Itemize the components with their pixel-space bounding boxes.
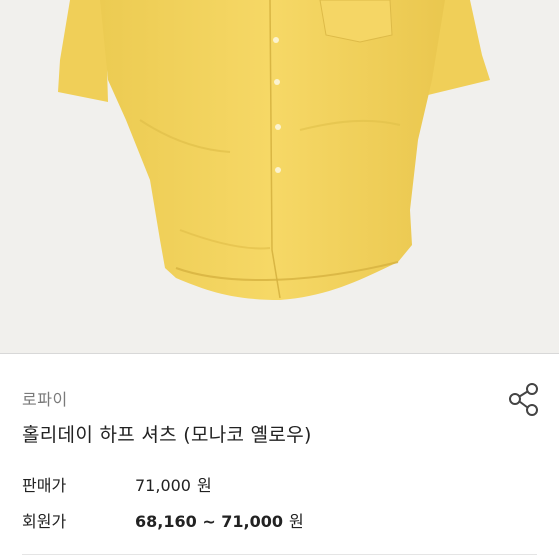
sale-price-value: 71,000 원 [135, 472, 212, 496]
member-price-label: 회원가 [22, 512, 67, 531]
bottom-divider [22, 554, 537, 555]
member-price-amount: 68,160 ~ 71,000 [135, 512, 284, 531]
brand-name[interactable]: 로파이 [22, 386, 68, 410]
member-price-unit: 원 [289, 512, 304, 531]
sale-price-unit: 원 [196, 476, 212, 495]
sale-price-amount: 71,000 [135, 476, 191, 495]
product-title: 홀리데이 하프 셔츠 (모나코 옐로우) [22, 424, 312, 446]
left-sleeve [58, 0, 108, 102]
share-icon[interactable] [504, 380, 544, 420]
shirt-illustration [58, 0, 490, 300]
product-image[interactable] [0, 0, 559, 353]
product-info: 로파이 홀리데이 하프 셔츠 (모나코 옐로우) 판매가 71,000 원 회원가… [0, 354, 559, 559]
sale-price-label: 판매가 [22, 476, 67, 495]
member-price-value: 68,160 ~ 71,000 원 [135, 508, 304, 532]
